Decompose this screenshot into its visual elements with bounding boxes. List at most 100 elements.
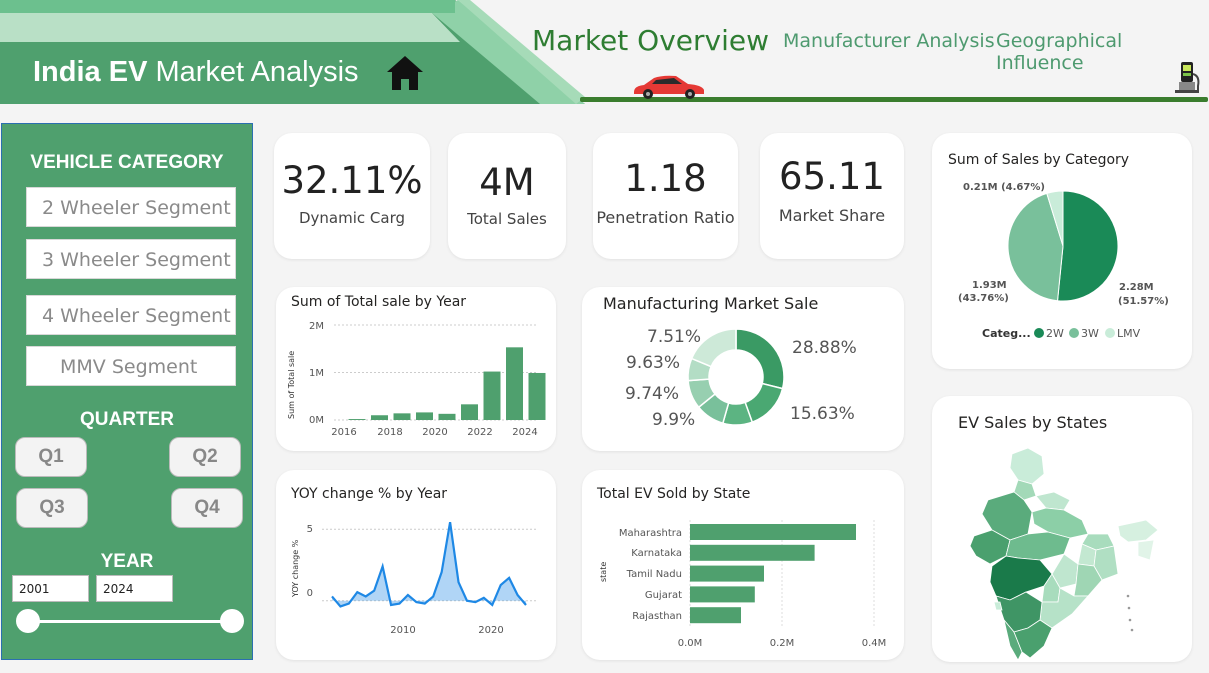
india-states-map [969, 447, 1159, 661]
x-tick: 2024 [512, 427, 537, 438]
category-pie-chart: 0.21M (4.67%) 1.93M (43.76%) 2.28M (51.5… [958, 182, 1169, 340]
kpi-label: Penetration Ratio [596, 208, 735, 227]
year-slider-end-handle[interactable] [220, 609, 244, 633]
y-tick: 2M [309, 321, 324, 332]
x-tick: 0.0M [678, 638, 703, 649]
bar [348, 419, 366, 420]
bar [690, 524, 856, 540]
x-tick: 0.4M [862, 638, 887, 649]
map-island [1130, 628, 1134, 632]
legend-title: Categ... [982, 327, 1031, 340]
nav-manufacturer-analysis[interactable]: Manufacturer Analysis [783, 30, 995, 52]
kpi-card-penetration-ratio: 1.18 Penetration Ratio [593, 133, 738, 259]
y-axis-label: state [599, 562, 608, 582]
quarter-q3-button[interactable]: Q3 [16, 488, 88, 528]
category-label: Maharashtra [619, 528, 682, 539]
vehicle-category-heading: VEHICLE CATEGORY [30, 152, 224, 173]
donut-label: 9.74% [625, 384, 679, 404]
bar [416, 412, 433, 420]
bar [371, 415, 388, 420]
donut-label: 9.63% [626, 353, 680, 373]
x-tick: 2016 [331, 427, 356, 438]
bar [690, 544, 815, 561]
donut-slice [735, 328, 785, 390]
pie-slice [1056, 190, 1119, 302]
x-tick: 0.2M [770, 638, 795, 649]
x-tick: 2010 [390, 625, 415, 636]
kpi-label: Dynamic Carg [298, 209, 405, 227]
category-label: Tamil Nadu [626, 569, 682, 580]
bar [393, 413, 411, 420]
bar [690, 607, 741, 624]
donut-label: 15.63% [790, 404, 855, 424]
pie-label: 0.21M (4.67%) [963, 182, 1045, 193]
year-slider-track[interactable] [28, 620, 233, 623]
legend-label: 3W [1081, 327, 1099, 340]
home-icon[interactable] [386, 55, 424, 91]
pie-label: (43.76%) [958, 293, 1009, 304]
donut-label: 28.88% [792, 338, 857, 358]
pie-label: (51.57%) [1118, 296, 1169, 307]
y-axis-label: YOY change % [291, 539, 300, 598]
kpi-card-dynamic-carg: 32.11% Dynamic Carg [274, 133, 430, 259]
kpi-value: 4M [479, 161, 535, 204]
legend-label: LMV [1117, 327, 1141, 340]
category-label: Rajasthan [632, 611, 682, 622]
bar [438, 413, 456, 420]
sales-by-year-chart: Sum of Total sale 2M 1M 0M 2016 2018 202… [287, 321, 546, 438]
dashboard-title: India EV Market Analysis [33, 56, 359, 88]
map-state [1035, 491, 1071, 511]
donut-label: 7.51% [647, 327, 701, 347]
bar [461, 404, 478, 420]
nav-market-overview[interactable]: Market Overview [532, 24, 769, 57]
car-icon [634, 75, 704, 99]
bar [690, 565, 764, 582]
kpi-value: 32.11% [281, 159, 423, 202]
legend-swatch-3w [1069, 328, 1079, 338]
pie-label: 2.28M [1119, 282, 1154, 293]
bar [528, 372, 546, 420]
kpi-value: 1.18 [624, 157, 707, 200]
manufacturing-donut-chart: 28.88% 15.63% 9.9% 9.74% 9.63% 7.51% [625, 327, 857, 430]
kpi-value: 65.11 [779, 155, 885, 198]
map-state [1009, 447, 1045, 485]
map-island [1127, 606, 1131, 610]
map-state [1117, 519, 1159, 543]
bar [690, 586, 755, 603]
y-tick: 5 [307, 524, 313, 535]
segment-mmv-button[interactable]: MMV Segment [26, 346, 236, 386]
year-slider-start-handle[interactable] [16, 609, 40, 633]
donut-label: 9.9% [652, 410, 695, 430]
quarter-q2-button[interactable]: Q2 [169, 437, 241, 477]
x-tick: 2020 [478, 625, 503, 636]
y-tick: 0M [309, 415, 324, 426]
map-island [1128, 618, 1132, 622]
segment-3w-button[interactable]: 3 Wheeler Segment [26, 239, 236, 279]
legend-swatch-lmv [1105, 328, 1115, 338]
y-tick: 1M [309, 368, 324, 379]
bar [483, 371, 501, 420]
year-heading: YEAR [100, 551, 154, 572]
ev-by-state-chart: state Maharashtra Karnataka Tamil Nadu G… [599, 520, 887, 649]
map-island [1126, 594, 1130, 598]
kpi-card-market-share: 65.11 Market Share [760, 133, 904, 259]
ev-charger-icon [1175, 62, 1200, 93]
year-to-input[interactable]: 2024 [96, 575, 173, 602]
pie-label: 1.93M [972, 280, 1007, 291]
map-state [1137, 539, 1155, 561]
quarter-heading: QUARTER [80, 409, 174, 430]
legend-label: 2W [1046, 327, 1064, 340]
segment-4w-button[interactable]: 4 Wheeler Segment [26, 295, 236, 335]
segment-2w-button[interactable]: 2 Wheeler Segment [26, 187, 236, 227]
x-tick: 2022 [467, 427, 492, 438]
yoy-line [331, 521, 527, 608]
kpi-card-total-sales: 4M Total Sales [448, 133, 566, 259]
quarter-q4-button[interactable]: Q4 [171, 488, 243, 528]
x-tick: 2018 [377, 427, 402, 438]
kpi-label: Total Sales [467, 210, 547, 228]
legend-swatch-2w [1034, 328, 1044, 338]
yoy-area-chart: YOY change % 5 0 2010 2020 [291, 521, 536, 636]
year-from-input[interactable]: 2001 [12, 575, 89, 602]
quarter-q1-button[interactable]: Q1 [15, 437, 87, 477]
y-tick: 0 [307, 588, 313, 599]
